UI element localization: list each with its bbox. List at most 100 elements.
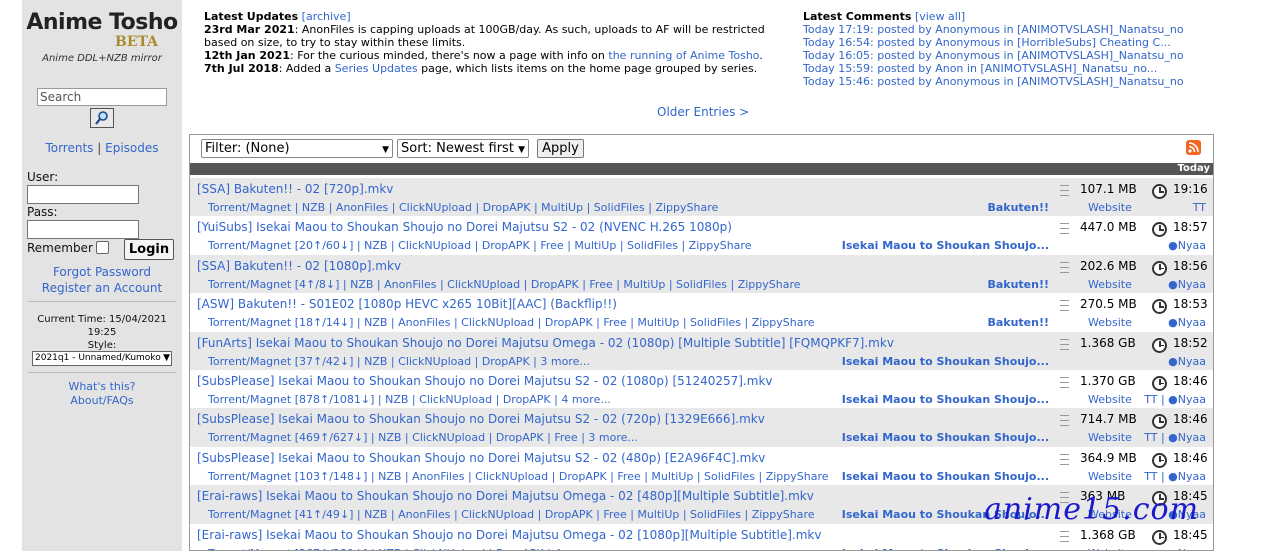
whats-this-link[interactable]: What's this? [68, 380, 135, 393]
entry-download-links[interactable]: Torrent/Magnet [20↑/60↓] | NZB | ClickNU… [208, 239, 751, 252]
password-field[interactable] [27, 220, 139, 239]
entry-size: 107.1 MB [1080, 182, 1137, 196]
entry-website-link[interactable]: Website [1088, 278, 1132, 291]
entry-source-links[interactable]: ●Nyaa [1168, 316, 1206, 329]
entry-series[interactable]: Isekai Maou to Shoukan Shoujo... [842, 355, 1049, 368]
entry-size: 1.370 GB [1080, 373, 1136, 388]
register-link[interactable]: Register an Account [42, 281, 162, 295]
update-link[interactable]: the running of Anime Tosho [608, 49, 759, 62]
entry-title[interactable]: [Erai-raws] Isekai Maou to Shoukan Shouj… [197, 528, 821, 542]
entry-title[interactable]: [Erai-raws] Isekai Maou to Shoukan Shouj… [197, 489, 814, 503]
filter-select[interactable]: Filter: (None) ▼ [201, 139, 393, 158]
view-all-link[interactable]: [view all] [915, 10, 965, 23]
entry-title[interactable]: [YuiSubs] Isekai Maou to Shoukan Shoujo … [197, 220, 732, 234]
update-text: : Added a [278, 62, 335, 75]
sort-select[interactable]: Sort: Newest first ▼ [397, 139, 529, 158]
entry-series[interactable]: Isekai Maou to Shoukan Shoujo... [842, 431, 1049, 444]
login-button[interactable]: Login [124, 239, 174, 260]
entry-website-link[interactable]: Website [1088, 547, 1132, 550]
entry-series[interactable]: Isekai Maou to Shoukan Shoujo... [842, 239, 1049, 252]
entry-series[interactable]: Isekai Maou to Shoukan Shoujo... [842, 393, 1049, 406]
comment-item[interactable]: Today 16:05: posted by Anonymous in [ANI… [803, 49, 1183, 62]
entry-source-links[interactable]: ●Nyaa [1168, 547, 1206, 550]
entry-download-links[interactable]: Torrent/Magnet [41↑/49↓] | NZB | AnonFil… [208, 508, 815, 521]
nfo-icon[interactable] [1060, 261, 1069, 273]
current-time: Current Time: 15/04/2021 19:25 Style: [22, 313, 182, 352]
entry-website-link[interactable]: Website [1088, 201, 1132, 214]
entry-website-link[interactable]: Website [1088, 470, 1132, 483]
entry-source-links[interactable]: TT | ●Nyaa [1144, 393, 1206, 406]
entry-download-links[interactable]: Torrent/Magnet [878↑/1081↓] | NZB | Clic… [208, 393, 611, 406]
entry-source-links[interactable]: ●Nyaa [1168, 239, 1206, 252]
entry-title[interactable]: [ASW] Bakuten!! - S01E02 [1080p HEVC x26… [197, 297, 617, 311]
entry-download-links[interactable]: Torrent/Magnet [103↑/148↓] | NZB | AnonF… [208, 470, 829, 483]
entry-download-links[interactable]: Torrent/Magnet [37↑/42↓] | NZB | ClickNU… [208, 355, 590, 368]
entry-download-links[interactable]: Torrent/Magnet [4↑/8↓] | NZB | AnonFiles… [208, 278, 801, 291]
remember-label: Remember [27, 241, 93, 255]
entry-series[interactable]: Bakuten!! [987, 278, 1049, 291]
entry-time: 18:57 [1173, 220, 1208, 235]
nfo-icon[interactable] [1060, 185, 1069, 196]
about-faqs-link[interactable]: About/FAQs [70, 394, 133, 407]
archive-link[interactable]: [archive] [302, 10, 351, 23]
table-row: [SubsPlease] Isekai Maou to Shoukan Shou… [190, 408, 1213, 447]
comment-item[interactable]: Today 15:46: posted by Anonymous in [ANI… [803, 75, 1183, 88]
entry-download-links[interactable]: Torrent/Magnet [267↑/280↓] | NZB | Click… [208, 547, 604, 550]
table-row: [YuiSubs] Isekai Maou to Shoukan Shoujo … [190, 216, 1213, 254]
nfo-icon[interactable] [1060, 223, 1069, 235]
entry-title[interactable]: [SubsPlease] Isekai Maou to Shoukan Shou… [197, 374, 773, 388]
entry-download-links[interactable]: Torrent/Magnet | NZB | AnonFiles | Click… [208, 201, 718, 214]
nfo-icon[interactable] [1060, 300, 1069, 312]
entry-website-link[interactable]: Website [1088, 393, 1132, 406]
nfo-icon[interactable] [1060, 415, 1069, 427]
entry-source-links[interactable]: TT [1193, 201, 1206, 214]
entry-series[interactable]: Isekai Maou to Shoukan Shoujo... [842, 547, 1049, 550]
comment-item[interactable]: Today 17:19: posted by Anonymous in [ANI… [803, 23, 1183, 36]
style-select[interactable]: 2021q1 - Unnamed/Kumoko ▼ [32, 351, 172, 366]
entry-title[interactable]: [FunArts] Isekai Maou to Shoukan Shoujo … [197, 336, 894, 350]
nfo-icon[interactable] [1060, 376, 1069, 388]
forgot-password-link[interactable]: Forgot Password [53, 265, 151, 279]
clock-icon [1152, 529, 1167, 545]
search-input[interactable]: Search [37, 88, 167, 106]
comment-item[interactable]: Today 15:59: posted by Anon in [ANIMOTVS… [803, 62, 1157, 75]
apply-button[interactable]: Apply [537, 139, 584, 158]
nfo-icon[interactable] [1060, 453, 1069, 465]
entry-series[interactable]: Isekai Maou to Shoukan Shoujo... [842, 470, 1049, 483]
entry-website-link[interactable]: Website [1088, 431, 1132, 444]
entry-title[interactable]: [SubsPlease] Isekai Maou to Shoukan Shou… [197, 412, 765, 426]
update-date: 7th Jul 2018 [204, 62, 279, 75]
search-button[interactable] [90, 108, 114, 128]
nav-torrents[interactable]: Torrents [45, 141, 93, 155]
entry-source-links[interactable]: ●Nyaa [1168, 278, 1206, 291]
entry-source-links[interactable]: TT | ●Nyaa [1144, 470, 1206, 483]
entry-website-link[interactable]: Website [1088, 316, 1132, 329]
logo-beta: BETA [115, 34, 159, 50]
table-row: [FunArts] Isekai Maou to Shoukan Shoujo … [190, 331, 1213, 370]
entry-download-links[interactable]: Torrent/Magnet [469↑/627↓] | NZB | Click… [208, 431, 638, 444]
entry-time: 18:46 [1173, 373, 1208, 388]
older-entries-link[interactable]: Older Entries > [657, 105, 749, 119]
entry-title[interactable]: [SubsPlease] Isekai Maou to Shoukan Shou… [197, 451, 765, 465]
username-field[interactable] [27, 185, 139, 204]
entry-series[interactable]: Bakuten!! [987, 201, 1049, 214]
logo-title[interactable]: Anime Tosho [22, 10, 182, 35]
entry-source-links[interactable]: ●Nyaa [1168, 355, 1206, 368]
entry-source-links[interactable]: TT | ●Nyaa [1144, 431, 1206, 444]
update-item: 7th Jul 2018: Added a Series Updates pag… [204, 62, 800, 75]
nfo-icon[interactable] [1060, 338, 1069, 350]
entry-title[interactable]: [SSA] Bakuten!! - 02 [1080p].mkv [197, 259, 401, 273]
site-logo[interactable]: Anime Tosho BETA Anime DDL+NZB mirror [22, 10, 182, 64]
update-link[interactable]: Series Updates [335, 62, 418, 75]
remember-checkbox[interactable] [96, 241, 109, 254]
entry-download-links[interactable]: Torrent/Magnet [18↑/14↓] | NZB | AnonFil… [208, 316, 815, 329]
table-row: [SSA] Bakuten!! - 02 [1080p].mkv Torrent/… [190, 254, 1213, 294]
rss-icon[interactable] [1186, 140, 1201, 155]
nfo-icon[interactable] [1060, 530, 1069, 542]
entry-size: 714.7 MB [1080, 412, 1137, 427]
entry-series[interactable]: Bakuten!! [987, 316, 1049, 329]
entry-size: 270.5 MB [1080, 297, 1137, 312]
comment-item[interactable]: Today 16:54: posted by Anonymous in [Hor… [803, 36, 1171, 49]
nav-episodes[interactable]: Episodes [105, 141, 158, 155]
entry-title[interactable]: [SSA] Bakuten!! - 02 [720p].mkv [197, 182, 393, 196]
